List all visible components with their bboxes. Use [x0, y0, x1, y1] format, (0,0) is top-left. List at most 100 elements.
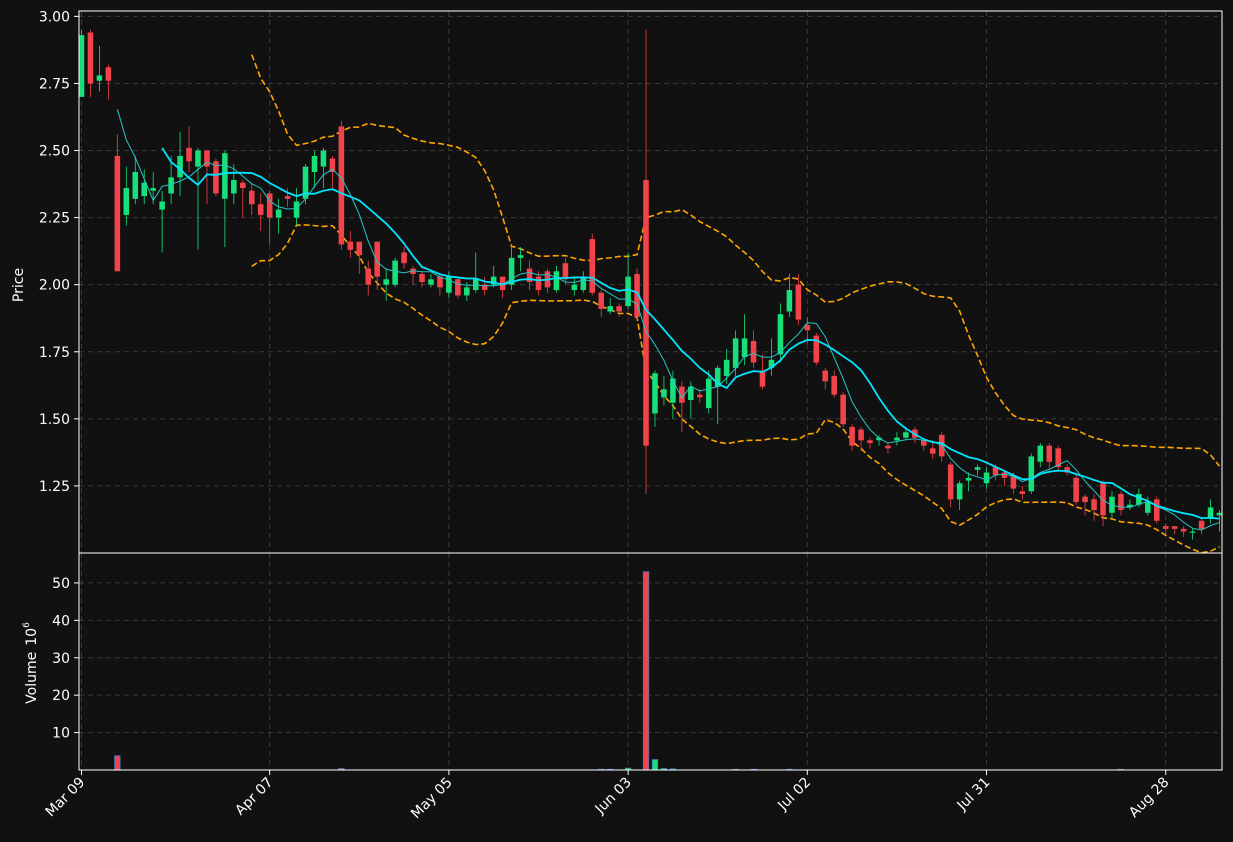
- price-tick-label: 2.00: [39, 278, 70, 294]
- volume-tick-label: 40: [52, 613, 70, 629]
- candle-body: [293, 201, 300, 218]
- candle-body: [929, 448, 936, 454]
- candle-body: [831, 375, 837, 395]
- price-tick-label: 1.75: [39, 345, 70, 361]
- volume-tick-label: 50: [52, 576, 70, 592]
- candle-body: [562, 263, 569, 280]
- candle-body: [222, 153, 228, 199]
- candle-body: [338, 126, 345, 245]
- candle-body: [1189, 531, 1196, 533]
- volume-bar: [642, 571, 650, 771]
- volume-bar: [114, 755, 121, 771]
- candle-body: [1001, 472, 1008, 478]
- candle-body: [786, 290, 793, 312]
- candle-body: [822, 370, 829, 382]
- candle-body: [195, 150, 201, 167]
- candle-body: [965, 477, 972, 481]
- candle-body: [858, 429, 864, 441]
- price-axis-label: Price: [11, 268, 27, 302]
- volume-tick-label: 20: [52, 688, 70, 704]
- candle-body: [1145, 502, 1151, 513]
- candle-body: [87, 32, 94, 84]
- candle-body: [1028, 456, 1035, 492]
- candle-body: [240, 182, 246, 189]
- price-tick-label: 3.00: [39, 9, 70, 25]
- candle-body: [535, 276, 542, 291]
- candle-body: [616, 306, 622, 312]
- price-tick-label: 2.25: [39, 211, 70, 227]
- candle-body: [1162, 526, 1169, 529]
- candle-body: [1019, 491, 1026, 494]
- candle-body: [705, 378, 712, 409]
- candle-body: [213, 161, 219, 194]
- chart-background: [0, 0, 1233, 842]
- candle-body: [571, 284, 578, 291]
- candle-body: [974, 467, 981, 470]
- candle-body: [517, 255, 524, 258]
- candle-body: [903, 432, 909, 438]
- candle-body: [956, 483, 963, 500]
- candle-body: [231, 180, 237, 194]
- candle-body: [625, 276, 631, 307]
- candle-body: [1198, 520, 1205, 529]
- price-tick-label: 1.25: [39, 479, 70, 495]
- candle-body: [311, 155, 318, 172]
- candle-body: [356, 241, 363, 256]
- candle-body: [284, 196, 291, 199]
- candle-body: [392, 260, 398, 285]
- candle-body: [553, 271, 560, 291]
- candle-body: [1118, 493, 1124, 511]
- candle-body: [795, 284, 802, 320]
- candle-body: [248, 190, 255, 205]
- candle-body: [464, 287, 470, 296]
- candle-body: [401, 252, 407, 264]
- candle-body: [257, 204, 264, 215]
- candle-body: [885, 445, 891, 449]
- candle-body: [1153, 499, 1160, 521]
- price-tick-label: 2.50: [39, 144, 70, 160]
- volume-tick-label: 30: [52, 651, 70, 667]
- candle-body: [983, 472, 990, 484]
- candle-body: [670, 378, 676, 403]
- candle-body: [607, 306, 613, 312]
- candle-body: [732, 338, 739, 368]
- volume-bar: [651, 759, 659, 771]
- candle-body: [750, 341, 757, 363]
- candle-body: [105, 67, 112, 81]
- candle-body: [759, 370, 766, 387]
- candle-body: [186, 147, 192, 162]
- candle-body: [455, 279, 461, 296]
- candle-body: [1216, 512, 1223, 516]
- candle-body: [1037, 445, 1044, 462]
- candle-body: [1046, 445, 1053, 462]
- candle-body: [1073, 477, 1079, 503]
- candle-body: [150, 188, 156, 191]
- candle-body: [580, 276, 587, 291]
- price-tick-label: 2.75: [39, 76, 70, 92]
- candle-body: [741, 338, 748, 358]
- candle-body: [921, 440, 927, 446]
- candle-body: [947, 464, 954, 500]
- candle-body: [849, 426, 855, 446]
- candle-body: [697, 394, 703, 398]
- candle-body: [347, 241, 354, 250]
- candle-body: [598, 292, 604, 309]
- candlestick-chart: 1.25 1.50 1.75 2.00 2.25 2.50 2.75 3.00 Price 1…: [0, 0, 1233, 842]
- candle-body: [1171, 526, 1178, 529]
- candle-body: [867, 440, 873, 443]
- candle-body: [1091, 499, 1097, 511]
- candle-body: [275, 209, 282, 218]
- candle-body: [266, 193, 273, 218]
- candle-body: [589, 239, 596, 293]
- candle-body: [428, 279, 434, 285]
- candle-body: [320, 150, 327, 167]
- candle-body: [383, 279, 389, 285]
- volume-tick-label: 10: [52, 726, 70, 742]
- price-tick-label: 1.50: [39, 412, 70, 428]
- candle-body: [777, 314, 784, 355]
- candle-body: [840, 394, 846, 425]
- candle-body: [723, 359, 730, 376]
- candle-body: [472, 279, 479, 291]
- candle-body: [365, 268, 372, 285]
- candle-body: [114, 155, 121, 272]
